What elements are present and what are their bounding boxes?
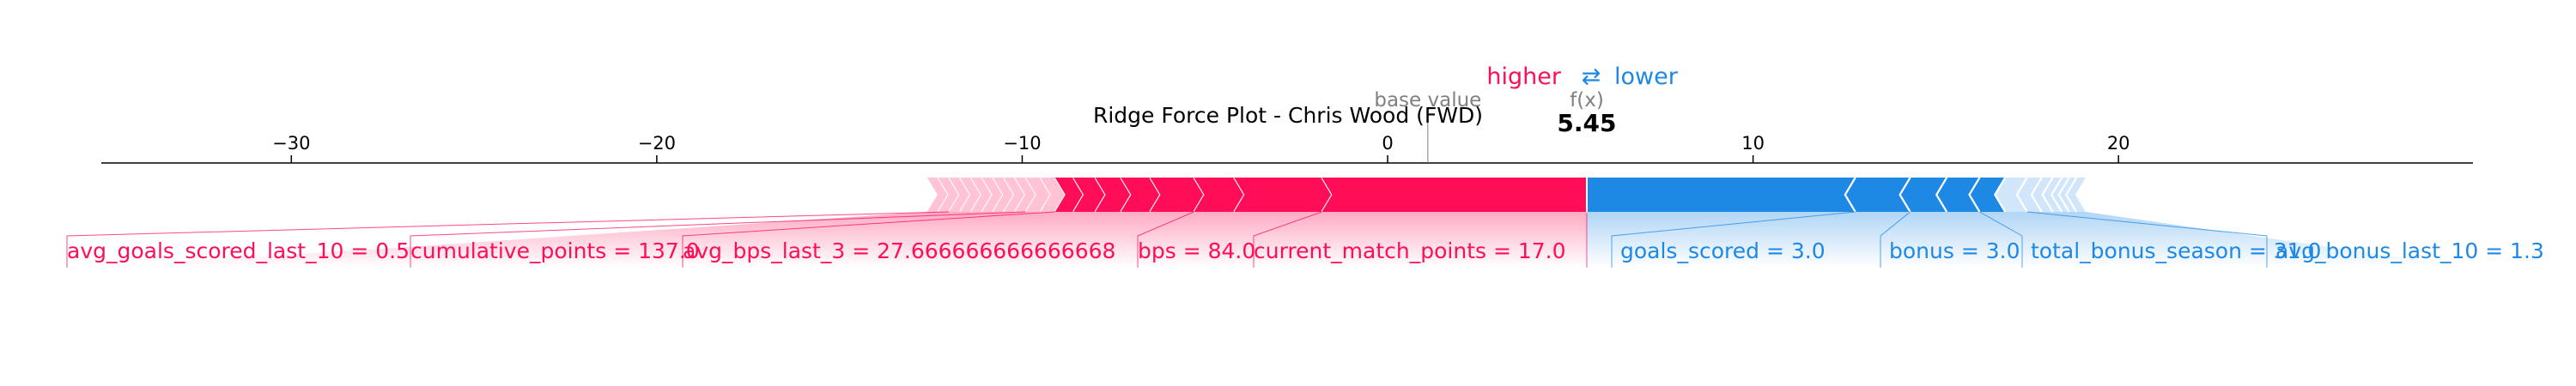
negative-feature-bar (1586, 178, 1856, 212)
positive-feature-label: avg_bps_last_3 = 27.666666666666668 (683, 238, 1115, 263)
legend-swap-icon: ⇄ (1582, 63, 1601, 90)
positive-feature-label: current_match_points = 17.0 (1254, 238, 1566, 263)
axis-tick-label: 0 (1382, 133, 1393, 154)
legend-lower: lower (1614, 63, 1679, 90)
positive-feature-bar (1234, 178, 1333, 212)
axis-tick-label: −20 (638, 133, 676, 154)
negative-feature-label: avg_bonus_last_10 = 1.3 (2275, 238, 2544, 263)
positive-feature-label: bps = 84.0 (1138, 238, 1255, 263)
negative-feature-label: bonus = 3.0 (1889, 238, 2020, 263)
axis-tick-label: 10 (1741, 133, 1765, 154)
output-value: 5.45 (1557, 109, 1616, 137)
chart-title: Ridge Force Plot - Chris Wood (FWD) (1093, 103, 1483, 128)
feature-bars (927, 176, 2086, 214)
legend-higher: higher (1486, 63, 1561, 90)
positive-feature-bar (1321, 178, 1587, 212)
positive-feature-label: avg_goals_scored_last_10 = 0.5 (67, 238, 410, 263)
annotations: higher ⇄ lower base value f(x) 5.45 Ridg… (1093, 63, 1679, 137)
positive-feature-label: cumulative_points = 137.0 (410, 238, 700, 263)
axis-tick-label: −30 (272, 133, 310, 154)
feature-labels: avg_goals_scored_last_10 = 0.5 cumulative… (67, 238, 2544, 263)
negative-feature-label: goals_scored = 3.0 (1620, 238, 1826, 263)
axis-tick-label: 20 (2107, 133, 2130, 154)
force-plot: −30 −20 −10 0 10 20 higher ⇄ lower base value… (66, 63, 2544, 268)
axis-tick-label: −10 (1003, 133, 1041, 154)
